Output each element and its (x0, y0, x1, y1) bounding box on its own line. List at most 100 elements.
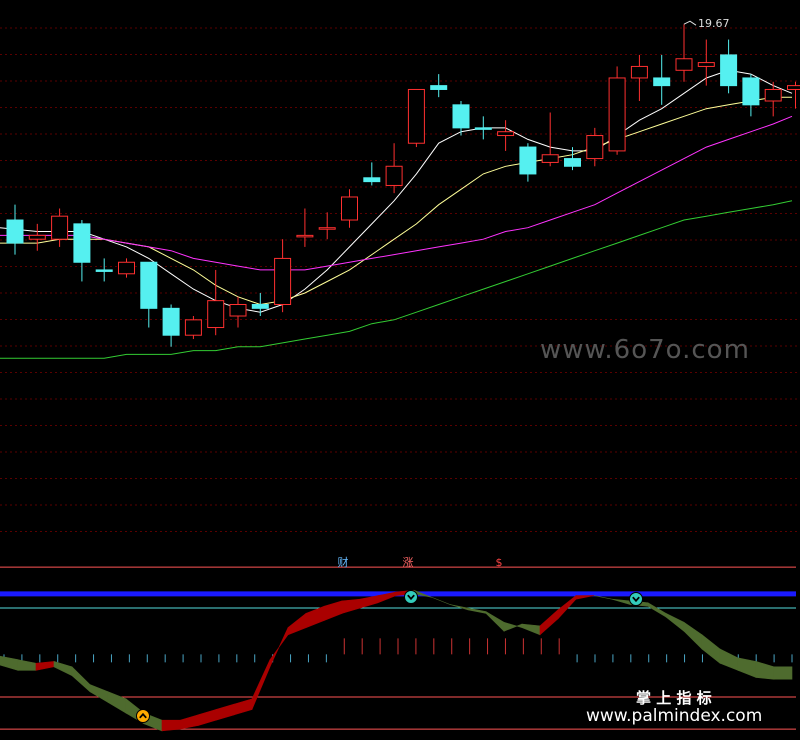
candle (385, 143, 403, 194)
band-segment (215, 703, 235, 721)
signal-label: 财 (338, 555, 349, 569)
candle (497, 120, 515, 151)
band-segment (107, 691, 127, 714)
band-segment (233, 698, 253, 716)
candle (541, 112, 559, 167)
band-segment (89, 684, 109, 703)
candle (95, 258, 113, 282)
indicator-ticks (3, 638, 793, 663)
candle-body (229, 303, 247, 317)
candle-body (541, 154, 559, 163)
indicator-markers (136, 590, 643, 723)
band-segment (287, 612, 307, 636)
candle-body (430, 85, 448, 90)
band-segment (17, 659, 37, 671)
band-segment (485, 611, 505, 632)
candle (407, 88, 425, 148)
candle-body (118, 261, 135, 275)
watermark-brand-url: www.palmindex.com (586, 706, 762, 726)
candle-body (385, 165, 403, 186)
candle (519, 143, 537, 182)
candle (608, 66, 626, 155)
candle (742, 74, 760, 117)
marker-circle (629, 592, 643, 606)
candle (296, 208, 314, 247)
marker-circle (404, 590, 418, 604)
ma-line-3 (0, 115, 793, 271)
candle (51, 208, 69, 247)
band-segment (521, 623, 541, 636)
candlestick-series (6, 24, 800, 347)
band-segment (611, 598, 631, 605)
watermark-site: www.6o7o.com (540, 335, 750, 365)
candle-body (519, 146, 537, 175)
buy-marker-icon (136, 709, 150, 723)
signal-label: 涨 (403, 556, 414, 569)
candle (764, 81, 782, 117)
band-segment (665, 612, 685, 632)
candle (28, 223, 46, 251)
band-segment (755, 661, 775, 680)
band-segment (503, 621, 523, 632)
band-segment (341, 598, 361, 614)
candle-body (274, 257, 292, 305)
candle-body (497, 131, 515, 137)
candle (697, 39, 715, 86)
candle-body (184, 319, 202, 336)
candle (474, 116, 492, 140)
ma-line-1 (0, 69, 793, 313)
band-segment (431, 597, 451, 605)
candle (6, 204, 24, 255)
candle-body (296, 234, 314, 238)
band-segment (197, 709, 217, 726)
band-segment (179, 714, 199, 730)
candle-body (742, 77, 760, 106)
band-segment (35, 661, 55, 671)
band-segment (161, 719, 181, 732)
candle-body (73, 223, 91, 263)
candle-body (251, 303, 269, 309)
candle-body (586, 135, 604, 160)
candle-body (452, 104, 470, 129)
price-gridlines (0, 27, 800, 532)
band-segment (539, 609, 559, 636)
candle (118, 258, 135, 278)
candle-body (207, 300, 225, 329)
candle-body (720, 54, 738, 87)
candle-body (363, 177, 381, 183)
band-segment (53, 661, 73, 677)
candle (318, 212, 336, 240)
band-segment (773, 666, 793, 680)
band-segment (323, 600, 343, 621)
band-segment (701, 634, 721, 664)
stock-chart: 19.67 www.6o7o.com 财 涨 $ 掌 上 指 标 www.palmi… (0, 17, 800, 732)
candle (430, 74, 448, 98)
candle-body (630, 65, 648, 79)
candle (720, 39, 738, 94)
candle (207, 269, 225, 336)
candle (653, 54, 671, 105)
candle-body (564, 158, 581, 167)
band-segment (557, 594, 577, 620)
candle-body (318, 227, 336, 230)
moving-average-lines (0, 69, 793, 359)
candle (787, 81, 800, 109)
marker-circle (136, 709, 150, 723)
candle (630, 54, 648, 101)
candle-body (764, 88, 782, 102)
sell-marker-icon (629, 592, 643, 606)
band-segment (467, 607, 487, 614)
candle (140, 261, 158, 328)
candle (162, 304, 180, 347)
candle-body (95, 269, 113, 272)
band-segment (0, 655, 19, 671)
candle-body (162, 307, 180, 336)
band-segment (71, 666, 91, 693)
candle-body (51, 215, 69, 240)
candle-body (608, 77, 626, 152)
candle-body (675, 58, 693, 71)
candle-body (474, 127, 492, 130)
band-segment (575, 595, 595, 600)
candle-body (140, 261, 158, 309)
signal-label: $ (496, 556, 503, 569)
